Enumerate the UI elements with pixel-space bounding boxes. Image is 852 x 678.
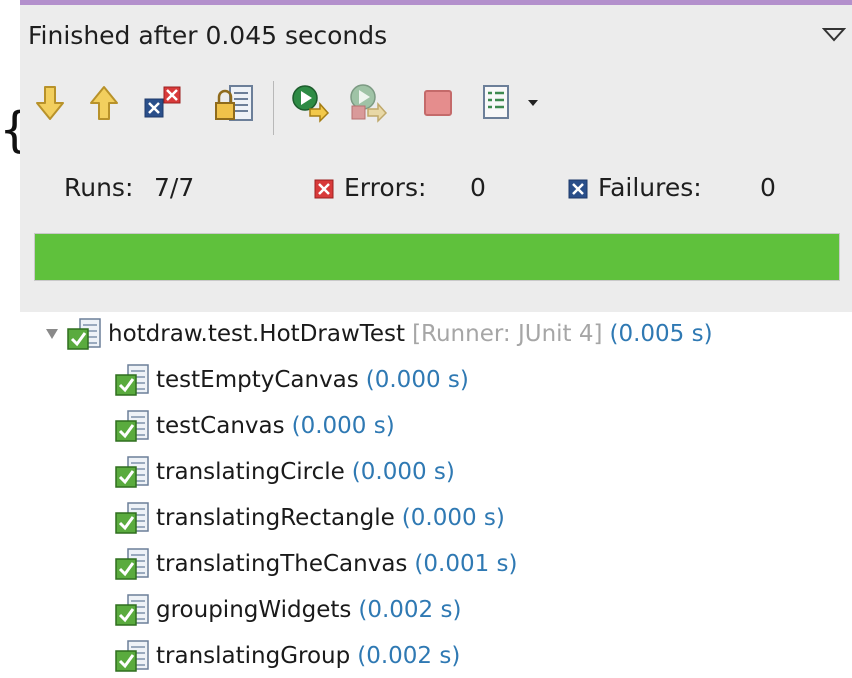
test-time: (0.000 s) bbox=[401, 505, 505, 531]
suite-name: hotdraw.test.HotDrawTest bbox=[108, 321, 406, 347]
progress-fill bbox=[35, 234, 839, 280]
previous-failure-button[interactable] bbox=[84, 81, 124, 125]
test-progress-bar bbox=[34, 233, 840, 281]
test-name: testEmptyCanvas bbox=[156, 367, 359, 393]
suite-time: (0.005 s) bbox=[609, 321, 713, 347]
errors-value: 0 bbox=[470, 173, 486, 202]
errors-label: Errors: bbox=[344, 173, 427, 202]
scroll-lock-button[interactable] bbox=[214, 81, 254, 125]
test-time: (0.001 s) bbox=[414, 551, 518, 577]
test-pass-icon bbox=[115, 594, 149, 626]
stop-button[interactable] bbox=[418, 81, 458, 125]
test-case-row[interactable]: translatingGroup (0.002 s) bbox=[114, 634, 460, 678]
test-pass-icon bbox=[115, 548, 149, 580]
test-case-row[interactable]: testCanvas (0.000 s) bbox=[114, 404, 395, 448]
rerun-test-button[interactable] bbox=[290, 81, 330, 125]
test-case-row[interactable]: translatingTheCanvas (0.001 s) bbox=[114, 542, 518, 586]
arrow-up-icon bbox=[90, 86, 118, 120]
runs-label: Runs: bbox=[64, 173, 134, 202]
test-case-row[interactable]: translatingRectangle (0.000 s) bbox=[114, 496, 505, 540]
failures-label: Failures: bbox=[598, 173, 702, 202]
test-name: translatingRectangle bbox=[156, 505, 395, 531]
test-time: (0.002 s) bbox=[358, 597, 462, 623]
runs-value: 7/7 bbox=[154, 173, 195, 202]
view-menu-icon[interactable] bbox=[821, 27, 847, 47]
test-case-row[interactable]: testEmptyCanvas (0.000 s) bbox=[114, 358, 469, 402]
history-list-icon bbox=[483, 85, 538, 119]
test-case-row[interactable]: translatingCircle (0.000 s) bbox=[114, 450, 455, 494]
test-pass-icon bbox=[115, 502, 149, 534]
rerun-failed-icon bbox=[350, 84, 388, 123]
test-time: (0.000 s) bbox=[365, 367, 469, 393]
run-status-text: Finished after 0.045 seconds bbox=[28, 21, 388, 50]
test-time: (0.000 s) bbox=[291, 413, 395, 439]
expand-triangle-icon[interactable] bbox=[42, 324, 62, 344]
test-time: (0.002 s) bbox=[357, 643, 461, 669]
arrow-down-icon bbox=[36, 86, 64, 120]
test-name: testCanvas bbox=[156, 413, 285, 439]
test-run-history-button[interactable] bbox=[476, 81, 546, 125]
next-failure-button[interactable] bbox=[30, 81, 70, 125]
test-time: (0.000 s) bbox=[351, 459, 455, 485]
test-name: translatingCircle bbox=[156, 459, 345, 485]
failures-value: 0 bbox=[760, 173, 776, 202]
test-pass-icon bbox=[115, 640, 149, 672]
toolbar-separator bbox=[273, 81, 274, 135]
test-pass-icon bbox=[115, 456, 149, 488]
test-name: translatingGroup bbox=[156, 643, 351, 669]
suite-runner: [Runner: JUnit 4] bbox=[412, 321, 603, 347]
tree-root-row[interactable]: hotdraw.test.HotDrawTest [Runner: JUnit … bbox=[42, 312, 713, 356]
test-name: translatingTheCanvas bbox=[156, 551, 408, 577]
scroll-lock-icon bbox=[215, 85, 253, 121]
show-failures-only-button[interactable] bbox=[142, 81, 182, 125]
failure-icon bbox=[568, 179, 588, 199]
error-icon bbox=[314, 179, 334, 199]
test-pass-icon bbox=[115, 364, 149, 396]
test-suite-pass-icon bbox=[67, 318, 101, 350]
test-results-tree: hotdraw.test.HotDrawTest [Runner: JUnit … bbox=[0, 312, 852, 672]
stop-icon bbox=[424, 90, 452, 116]
test-case-row[interactable]: groupingWidgets (0.002 s) bbox=[114, 588, 461, 632]
test-pass-icon bbox=[115, 410, 149, 442]
test-name: groupingWidgets bbox=[156, 597, 352, 623]
toolbar bbox=[30, 81, 550, 135]
failures-filter-icon bbox=[144, 86, 181, 118]
junit-panel: Finished after 0.045 seconds Runs: 7/7 E… bbox=[20, 0, 852, 312]
rerun-icon bbox=[292, 85, 330, 123]
rerun-failures-first-button[interactable] bbox=[348, 81, 388, 125]
